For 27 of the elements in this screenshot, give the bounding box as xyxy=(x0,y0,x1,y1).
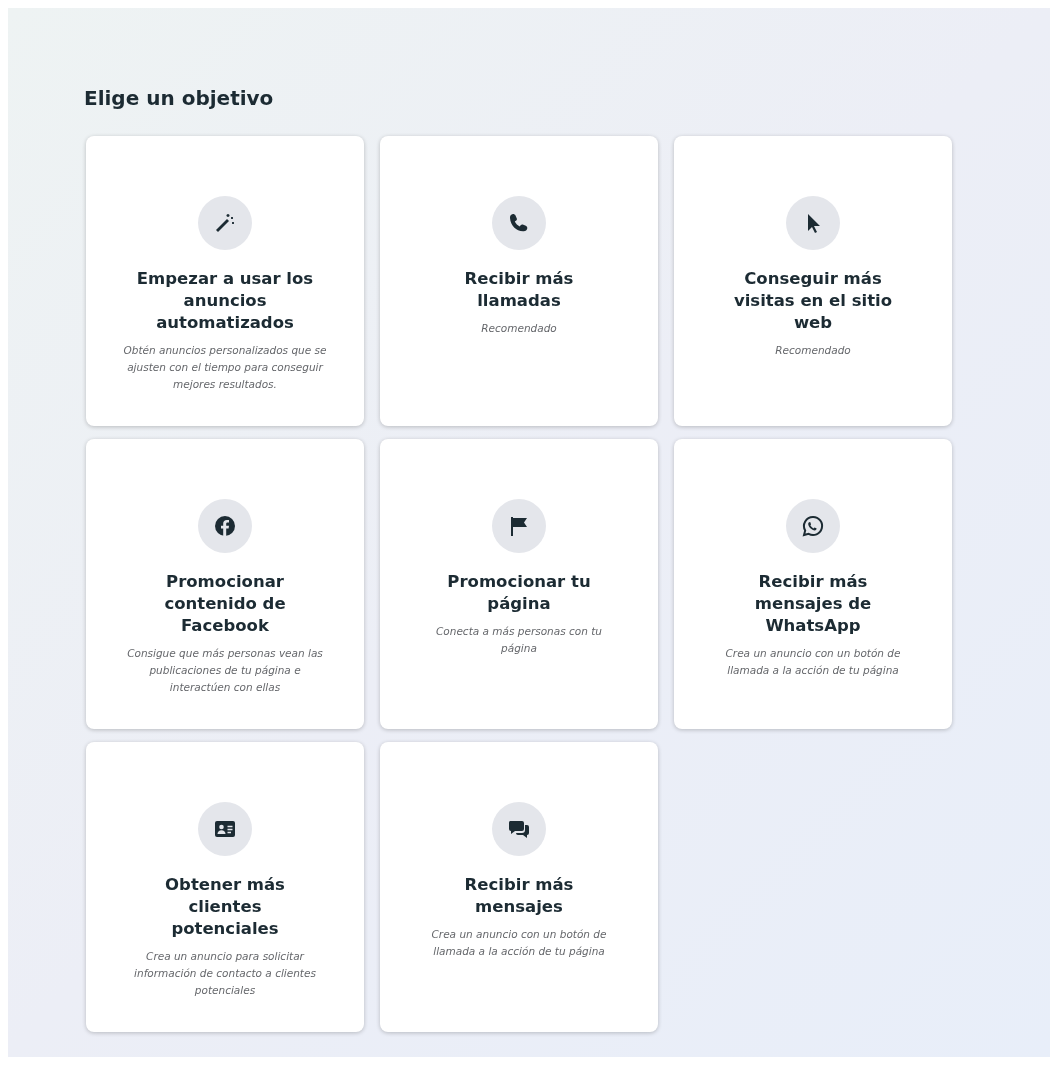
objective-description: Conecta a más personas con tu página xyxy=(435,624,603,656)
objective-title: Conseguir más visitas en el sitio web xyxy=(732,268,894,334)
objective-card[interactable]: Recibir más llamadas Recomendado xyxy=(380,136,658,426)
page-heading: Elige un objetivo xyxy=(84,86,275,110)
objective-card[interactable]: Conseguir más visitas en el sitio web Recomendado xyxy=(674,136,952,426)
objective-description: Obtén anuncios personalizados que se ajusten con el tiempo para conseguir mejores resultados. xyxy=(122,343,328,392)
whatsapp-icon xyxy=(801,514,825,538)
objective-card[interactable]: Recibir más mensajes Crea un anuncio con un botón de llamada a la acción de tu página xyxy=(380,742,658,1032)
objective-title: Empezar a usar los anuncios automatizados xyxy=(135,268,315,334)
objective-description: Crea un anuncio con un botón de llamada a la acción de tu página xyxy=(430,927,608,959)
objective-title: Promocionar tu página xyxy=(446,571,592,615)
objective-description: Recomendado xyxy=(481,321,557,336)
objective-title: Obtener más clientes potenciales xyxy=(164,874,286,940)
objective-title: Recibir más mensajes de WhatsApp xyxy=(753,571,873,637)
objective-description: Crea un anuncio con un botón de llamada a la acción de tu página xyxy=(724,646,902,678)
objective-card[interactable]: Obtener más clientes potenciales Crea un anuncio para solicitar información de contacto a clientes potenciales xyxy=(86,742,364,1032)
objective-title: Recibir más mensajes xyxy=(463,874,575,918)
objective-description: Consigue que más personas vean las publicaciones de tu página e interactúen con ellas xyxy=(126,646,324,695)
facebook-icon xyxy=(213,514,237,538)
objective-title: Recibir más llamadas xyxy=(463,268,575,312)
objective-card[interactable]: Recibir más mensajes de WhatsApp Crea un anuncio con un botón de llamada a la acción de tu página xyxy=(674,439,952,729)
objective-card[interactable]: Promocionar contenido de Facebook Consigue que más personas vean las publicaciones de tu página e interactúen con ellas xyxy=(86,439,364,729)
objective-description: Recomendado xyxy=(775,343,851,358)
objective-card[interactable]: Promocionar tu página Conecta a más personas con tu página xyxy=(380,439,658,729)
objective-title: Promocionar contenido de Facebook xyxy=(163,571,287,637)
objective-description: Crea un anuncio para solicitar información de contacto a clientes potenciales xyxy=(133,949,317,998)
objective-card[interactable]: Empezar a usar los anuncios automatizados Obtén anuncios personalizados que se ajusten con el tiempo para conseguir mejores resultados. xyxy=(86,136,364,426)
